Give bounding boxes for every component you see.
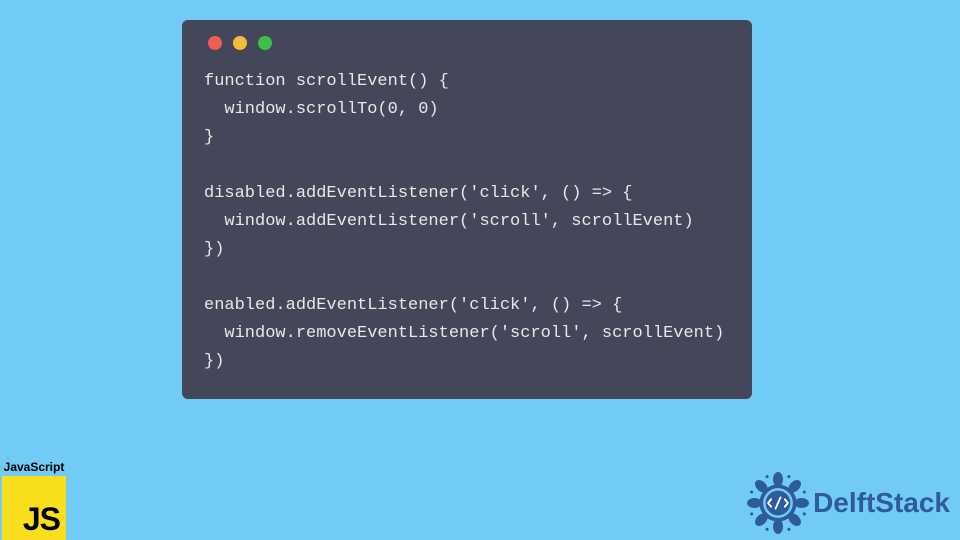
javascript-icon: JS [2, 476, 66, 540]
delftstack-name: DelftStack [813, 487, 950, 519]
maximize-dot-icon [258, 36, 272, 50]
minimize-dot-icon [233, 36, 247, 50]
delftstack-brand: DelftStack [747, 472, 950, 534]
window-controls [204, 36, 730, 50]
code-block: function scrollEvent() { window.scrollTo… [204, 68, 730, 377]
javascript-badge: JavaScript JS [0, 460, 68, 540]
javascript-label: JavaScript [4, 460, 65, 474]
code-window: function scrollEvent() { window.scrollTo… [182, 20, 752, 399]
javascript-icon-text: JS [23, 501, 60, 538]
delftstack-logo-icon [747, 472, 809, 534]
close-dot-icon [208, 36, 222, 50]
